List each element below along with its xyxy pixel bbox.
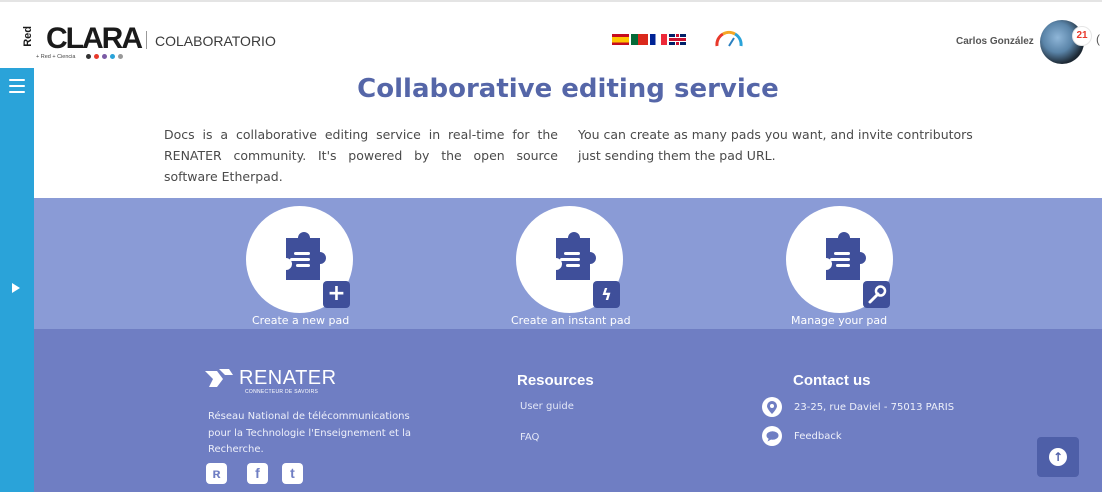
feedback-row[interactable]: Feedback bbox=[762, 426, 842, 446]
redclara-logo[interactable]: Red CLARA + Red + Ciencia bbox=[22, 20, 143, 60]
logo-subtitle: + Red + Ciencia bbox=[36, 54, 76, 60]
address-row: 23-25, rue Daviel - 75013 PARIS bbox=[762, 397, 954, 417]
renater-name: RENATER bbox=[239, 367, 337, 389]
notification-badge[interactable]: 21 bbox=[1072, 26, 1092, 46]
location-pin-icon bbox=[762, 397, 782, 417]
resources-title: Resources bbox=[517, 372, 594, 389]
renater-description: Réseau National de télécommunications po… bbox=[208, 411, 412, 455]
play-arrow-icon[interactable] bbox=[12, 283, 20, 293]
faq-link[interactable]: FAQ bbox=[520, 432, 539, 443]
flag-pt-icon[interactable] bbox=[631, 34, 648, 45]
feedback-link[interactable]: Feedback bbox=[794, 431, 842, 442]
renater-tagline: CONNECTEUR DE SAVOIRS bbox=[245, 389, 319, 395]
address-text: 23-25, rue Daviel - 75013 PARIS bbox=[794, 401, 955, 413]
edge-indicator: ( bbox=[1096, 32, 1100, 46]
flag-fr-icon[interactable] bbox=[650, 34, 667, 45]
manage-pad-button[interactable]: Manage your pad bbox=[786, 198, 926, 329]
flag-gb-icon[interactable] bbox=[669, 34, 686, 45]
user-guide-link[interactable]: User guide bbox=[520, 401, 574, 412]
intro-text-left: Docs is a collaborative editing service … bbox=[164, 127, 558, 184]
arrow-up-icon: ↑ bbox=[1049, 448, 1067, 466]
action-label: Create an instant pad bbox=[511, 314, 631, 327]
renater-icon[interactable]: ʀ bbox=[206, 463, 227, 484]
sidebar bbox=[0, 68, 34, 492]
twitter-icon[interactable]: t bbox=[282, 463, 303, 484]
top-bar: Red CLARA + Red + Ciencia COLABORATORIO … bbox=[0, 0, 1102, 68]
flag-es-icon[interactable] bbox=[612, 34, 629, 45]
logo-dots bbox=[86, 54, 123, 59]
user-name[interactable]: Carlos González bbox=[956, 36, 1034, 47]
speedometer-icon[interactable] bbox=[714, 28, 744, 48]
hamburger-icon[interactable] bbox=[9, 79, 25, 93]
intro-text-right: You can create as many pads you want, an… bbox=[578, 127, 973, 163]
chat-bubble-icon bbox=[762, 426, 782, 446]
contact-title: Contact us bbox=[793, 372, 871, 389]
language-flags bbox=[612, 34, 686, 45]
action-label: Create a new pad bbox=[252, 314, 350, 327]
page-title: Collaborative editing service bbox=[357, 74, 779, 104]
create-instant-pad-button[interactable]: ϟ Create an instant pad bbox=[511, 198, 656, 329]
logo-clara-text: CLARA bbox=[46, 22, 143, 55]
plus-icon: + bbox=[323, 281, 350, 308]
facebook-icon[interactable]: f bbox=[247, 463, 268, 484]
action-label: Manage your pad bbox=[791, 314, 888, 327]
wrench-icon bbox=[863, 281, 890, 308]
header-divider bbox=[146, 31, 147, 49]
renater-emblem-icon bbox=[205, 369, 233, 387]
footer: RENATER CONNECTEUR DE SAVOIRS Réseau Nat… bbox=[34, 329, 1102, 492]
section-title[interactable]: COLABORATORIO bbox=[155, 33, 276, 49]
create-new-pad-button[interactable]: + Create a new pad bbox=[246, 198, 386, 329]
lightning-plus-icon: ϟ bbox=[593, 281, 620, 308]
actions-band: + Create a new pad ϟ Create an instant p… bbox=[34, 198, 1102, 329]
logo-red-text: Red bbox=[22, 26, 34, 47]
renater-logo[interactable]: RENATER CONNECTEUR DE SAVOIRS bbox=[203, 367, 337, 395]
scroll-to-top-button[interactable]: ↑ bbox=[1037, 437, 1079, 477]
